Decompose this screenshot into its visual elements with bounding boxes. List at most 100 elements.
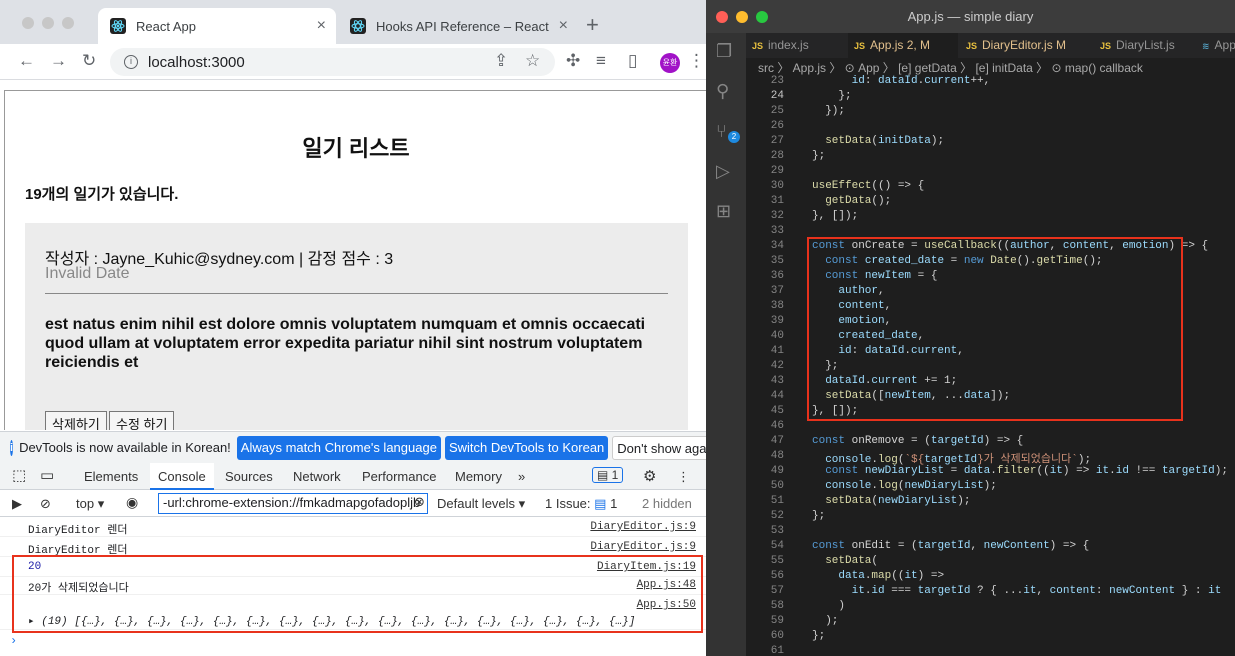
tab-elements[interactable]: Elements xyxy=(84,469,138,484)
log-text: DiaryEditor 렌더 xyxy=(28,525,128,537)
bookmark-star-icon[interactable]: ☆ xyxy=(525,51,540,71)
media-icon[interactable]: ≡ xyxy=(596,51,606,71)
side-panel-icon[interactable]: ▯ xyxy=(628,51,637,71)
tab-app-css[interactable]: ≋ App xyxy=(1196,33,1235,58)
tab-sources[interactable]: Sources xyxy=(225,469,273,484)
tab-app-js[interactable]: JS App.js 2, M xyxy=(848,33,958,58)
avatar[interactable]: 윤환 xyxy=(660,53,680,73)
tab-console[interactable]: Console xyxy=(150,463,214,490)
line-number: 39 xyxy=(770,315,784,327)
tab-performance[interactable]: Performance xyxy=(362,469,436,484)
line-number: 36 xyxy=(770,270,784,282)
line-number: 54 xyxy=(770,540,784,552)
minimize-window-button[interactable] xyxy=(736,11,748,23)
notice-text: DevTools is now available in Korean! xyxy=(19,440,231,455)
url-text: localhost:3000 xyxy=(148,53,245,71)
live-expression-eye-icon[interactable]: ◉ xyxy=(126,494,138,511)
inspect-icon[interactable]: ⬚ xyxy=(12,466,26,484)
code-line: data.map((it) => xyxy=(838,570,945,582)
context-select[interactable]: top ▾ xyxy=(76,496,104,512)
line-number: 47 xyxy=(770,435,784,447)
extensions-icon[interactable]: ✣ xyxy=(566,51,580,71)
tab-label: DiaryList.js xyxy=(1116,38,1175,52)
source-link[interactable]: DiaryEditor.js:9 xyxy=(590,541,696,553)
line-number: 30 xyxy=(770,180,784,192)
page-title: 일기 리스트 xyxy=(302,136,410,161)
levels-value: Default levels xyxy=(437,496,516,511)
issues-link[interactable]: 1 Issue: ▤ 1 xyxy=(545,496,617,512)
devtools-tabbar: ⬚ ▭ Elements Console Sources Network Per… xyxy=(0,463,706,490)
close-window-button[interactable] xyxy=(22,17,34,29)
tab-index-js[interactable]: JS index.js xyxy=(746,33,841,58)
source-control-icon[interactable]: ⑂ xyxy=(716,121,727,142)
log-levels-select[interactable]: Default levels ▾ xyxy=(437,496,525,512)
line-number: 29 xyxy=(770,165,784,177)
code-line: }, []); xyxy=(812,210,859,222)
explorer-icon[interactable]: ❐ xyxy=(716,41,732,62)
forward-icon[interactable]: → xyxy=(50,51,67,71)
tab-diaryeditor-js[interactable]: JS DiaryEditor.js M xyxy=(960,33,1090,58)
tab-strip: React App × Hooks API Reference – React … xyxy=(0,0,706,44)
diary-item: 작성자 : Jayne_Kuhic@sydney.com | 감정 점수 : 3… xyxy=(25,223,688,430)
maximize-window-button[interactable] xyxy=(62,17,74,29)
info-icon: i xyxy=(10,439,14,456)
highlight-box xyxy=(12,555,703,633)
code-line: it.id === targetId ? { ...it, content: n… xyxy=(851,585,1222,597)
issues-label: 1 Issue: xyxy=(545,496,591,511)
activity-bar: ❐ ⚲ ⑂ ▷ ⊞ xyxy=(706,33,746,656)
share-icon[interactable]: ⇪ xyxy=(494,51,508,71)
issue-count: 1 xyxy=(610,496,618,511)
issues-count: 1 xyxy=(611,468,619,482)
close-tab-icon[interactable]: × xyxy=(317,17,326,35)
console-prompt[interactable]: › xyxy=(10,634,17,648)
tab-hooks-api[interactable]: Hooks API Reference – React × xyxy=(338,8,578,44)
tab-diarylist-js[interactable]: JS DiaryList.js xyxy=(1094,33,1194,58)
line-number: 38 xyxy=(770,300,784,312)
clear-console-icon[interactable]: ⊘ xyxy=(40,496,51,512)
console-filter-input[interactable]: -url:chrome-extension://fmkadmapgofadopl… xyxy=(158,493,428,514)
switch-korean-button[interactable]: Switch DevTools to Korean xyxy=(444,435,609,460)
code-line: ) xyxy=(812,600,846,612)
tab-label: React App xyxy=(136,18,196,34)
code-line: const newDiaryList = data.filter((it) =>… xyxy=(825,465,1228,477)
highlight-box xyxy=(807,237,1183,421)
settings-gear-icon[interactable]: ⚙ xyxy=(643,467,656,485)
close-window-button[interactable] xyxy=(716,11,728,23)
run-debug-icon[interactable]: ▷ xyxy=(716,161,730,182)
tab-memory[interactable]: Memory xyxy=(455,469,502,484)
tab-react-app[interactable]: React App × xyxy=(98,8,336,44)
code-line: setData( xyxy=(825,555,879,567)
search-icon[interactable]: ⚲ xyxy=(716,81,729,102)
edit-button[interactable]: 수정 하기 xyxy=(109,411,175,430)
editor-tabs: JS index.js JS App.js 2, M JS DiaryEditor.j… xyxy=(746,33,1235,58)
devtools-menu-icon[interactable]: ⋮ xyxy=(677,469,690,485)
sidebar-toggle-icon[interactable]: ▶ xyxy=(12,496,22,512)
line-number: 57 xyxy=(770,585,784,597)
code-line: const onRemove = (targetId) => { xyxy=(812,435,1024,447)
device-toggle-icon[interactable]: ▭ xyxy=(40,466,54,484)
back-icon[interactable]: ← xyxy=(18,51,35,71)
issues-badge[interactable]: ▤ 1 xyxy=(592,467,624,483)
tab-network[interactable]: Network xyxy=(293,469,341,484)
console-filter-bar: ▶ ⊘ top ▾ ◉ -url:chrome-extension://fmka… xyxy=(0,490,706,517)
devtools-language-notice: i DevTools is now available in Korean! A… xyxy=(0,431,706,463)
maximize-window-button[interactable] xyxy=(756,11,768,23)
tab-label: App xyxy=(1214,38,1235,52)
reload-icon[interactable]: ↻ xyxy=(82,51,96,71)
extensions-icon[interactable]: ⊞ xyxy=(716,201,731,222)
delete-button[interactable]: 삭제하기 xyxy=(45,411,107,430)
more-tabs-icon[interactable]: » xyxy=(518,469,525,484)
scm-badge: 2 xyxy=(728,131,740,143)
new-tab-button[interactable]: + xyxy=(586,12,599,38)
dont-show-again-button[interactable]: Don't show again xyxy=(612,435,706,460)
diary-count: 19개의 일기가 있습니다. xyxy=(25,186,179,203)
clear-filter-icon[interactable]: ⊗ xyxy=(414,494,425,510)
minimize-window-button[interactable] xyxy=(42,17,54,29)
match-language-button[interactable]: Always match Chrome's language xyxy=(236,435,441,460)
site-info-icon[interactable]: i xyxy=(124,55,138,69)
address-bar[interactable]: i localhost:3000 xyxy=(110,48,555,76)
close-tab-icon[interactable]: × xyxy=(559,17,568,35)
line-number: 53 xyxy=(770,525,784,537)
source-link[interactable]: DiaryEditor.js:9 xyxy=(590,521,696,533)
menu-icon[interactable]: ⋮ xyxy=(688,51,705,71)
